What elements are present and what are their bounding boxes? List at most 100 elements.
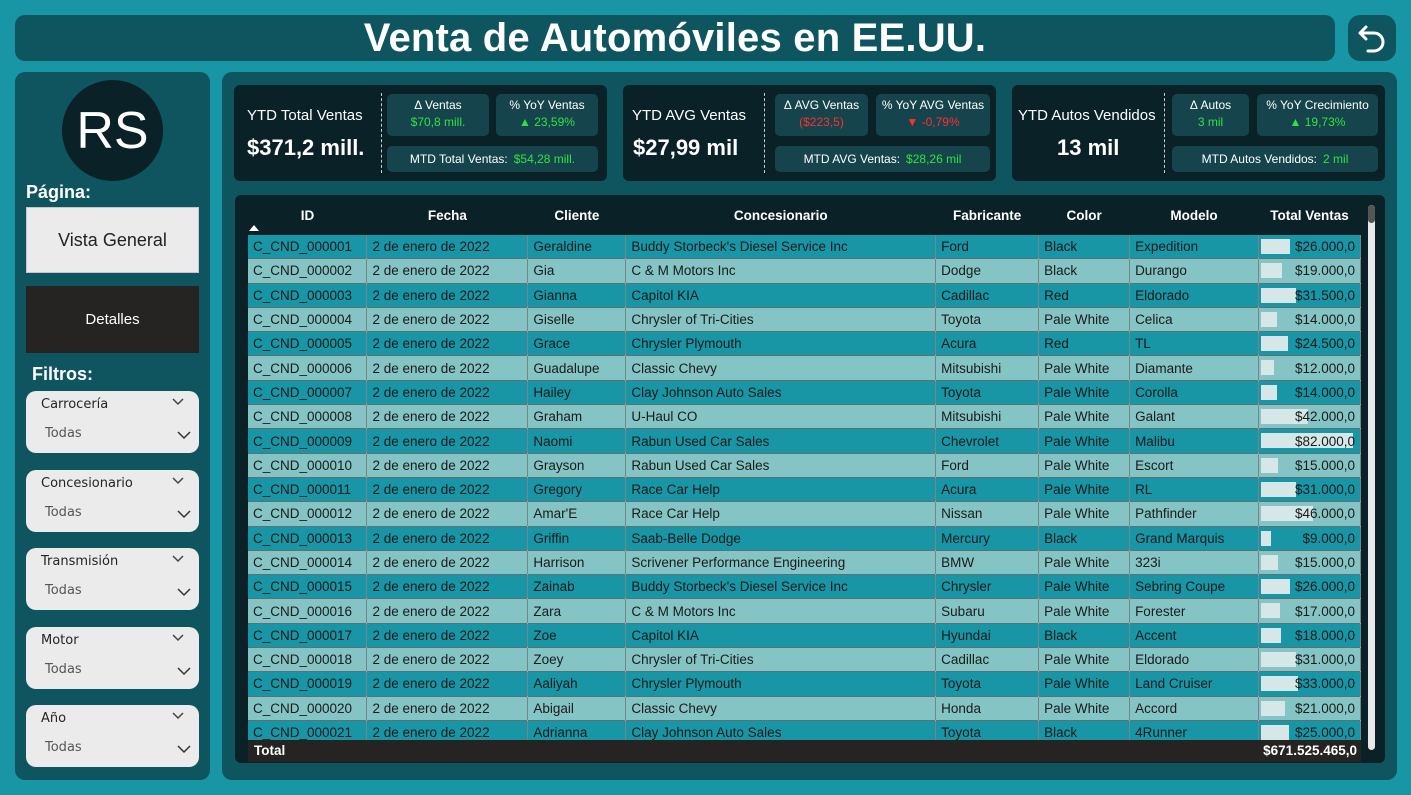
cell-id: C_CND_000014 xyxy=(248,550,368,576)
col-color[interactable]: Color xyxy=(1039,195,1130,235)
table-row[interactable]: C_CND_000010 2 de enero de 2022 Grayson Rab… xyxy=(248,453,1361,478)
cell-color: Pale White xyxy=(1038,477,1131,503)
cell-color: Black xyxy=(1038,526,1131,551)
table-row[interactable]: C_CND_000013 2 de enero de 2022 Griffin Saa… xyxy=(248,526,1361,551)
cell-conc: Buddy Storbeck's Diesel Service Inc xyxy=(625,574,937,600)
table-scrollbar[interactable] xyxy=(1368,205,1375,750)
chevron-down-icon[interactable] xyxy=(176,587,192,597)
back-button[interactable] xyxy=(1348,15,1396,61)
filter-title: Concesionario xyxy=(41,476,133,491)
cell-fab: Mitsubishi xyxy=(935,355,1040,381)
cell-cliente: Griffin xyxy=(527,526,627,551)
filter-transmision[interactable]: Transmisión Todas xyxy=(26,548,199,610)
table-row[interactable]: C_CND_000017 2 de enero de 2022 Zoe Capitol… xyxy=(248,623,1361,649)
filter-concesionario[interactable]: Concesionario Todas xyxy=(26,470,199,532)
chevron-down-icon[interactable] xyxy=(176,744,192,754)
chevron-down-icon[interactable] xyxy=(176,509,192,519)
table-row[interactable]: C_CND_000002 2 de enero de 2022 Gia C & M M… xyxy=(248,258,1361,284)
cell-fecha: 2 de enero de 2022 xyxy=(366,428,529,454)
cell-id: C_CND_000016 xyxy=(248,598,368,624)
chevron-down-icon[interactable] xyxy=(171,711,185,721)
vista-general-button[interactable]: Vista General xyxy=(26,207,199,273)
data-bar xyxy=(1261,676,1298,692)
filter-value[interactable]: Todas xyxy=(45,740,82,755)
chevron-down-icon[interactable] xyxy=(171,397,185,407)
cell-conc: Saab-Belle Dodge xyxy=(625,526,937,551)
detalles-button[interactable]: Detalles xyxy=(26,286,199,353)
kpi-delta-label: Δ Autos xyxy=(1189,98,1232,112)
cell-id: C_CND_000001 xyxy=(248,235,368,260)
kpi-delta-value: ($223,5) xyxy=(799,115,844,129)
table-row[interactable]: C_CND_000008 2 de enero de 2022 Graham U-Ha… xyxy=(248,404,1361,430)
filter-value[interactable]: Todas xyxy=(45,426,82,441)
cell-fecha: 2 de enero de 2022 xyxy=(366,526,529,551)
table-row[interactable]: C_CND_000019 2 de enero de 2022 Aaliyah Chr… xyxy=(248,671,1361,697)
table-row[interactable]: C_CND_000003 2 de enero de 2022 Gianna Capi… xyxy=(248,283,1361,308)
kpi-title: YTD AVG Ventas xyxy=(632,107,746,124)
cell-conc: Scrivener Performance Engineering xyxy=(625,550,937,576)
cell-total: $21.000,0 xyxy=(1258,696,1361,721)
chevron-down-icon[interactable] xyxy=(171,554,185,564)
table-row[interactable]: C_CND_000016 2 de enero de 2022 Zara C & M … xyxy=(248,598,1361,624)
table-row[interactable]: C_CND_000018 2 de enero de 2022 Zoey Chrysl… xyxy=(248,647,1361,673)
chevron-down-icon[interactable] xyxy=(171,476,185,486)
cell-cliente: Gregory xyxy=(527,477,627,503)
table-row[interactable]: C_CND_000001 2 de enero de 2022 Geraldine B… xyxy=(248,235,1361,260)
filter-motor[interactable]: Motor Todas xyxy=(26,627,199,689)
chevron-down-icon[interactable] xyxy=(176,666,192,676)
filter-title: Transmisión xyxy=(41,554,119,569)
filter-carroceria[interactable]: Carrocería Todas xyxy=(26,391,199,453)
chevron-down-icon[interactable] xyxy=(176,430,192,440)
chevron-down-icon[interactable] xyxy=(171,633,185,643)
table-row[interactable]: C_CND_000006 2 de enero de 2022 Guadalupe C… xyxy=(248,355,1361,381)
col-id[interactable]: ID xyxy=(248,195,367,235)
col-fabricante[interactable]: Fabricante xyxy=(936,195,1039,235)
cell-id: C_CND_000002 xyxy=(248,258,368,284)
table-row[interactable]: C_CND_000004 2 de enero de 2022 Giselle Chr… xyxy=(248,307,1361,333)
cell-modelo: Galant xyxy=(1129,404,1259,430)
col-fecha[interactable]: Fecha xyxy=(367,195,528,235)
cell-color: Pale White xyxy=(1038,550,1131,576)
table-row[interactable]: C_CND_000009 2 de enero de 2022 Naomi Rabun… xyxy=(248,428,1361,454)
kpi-yoy-value: ▼ -0,79% xyxy=(906,115,960,129)
cell-cliente: Grace xyxy=(527,331,627,357)
table-row[interactable]: C_CND_000015 2 de enero de 2022 Zainab Budd… xyxy=(248,574,1361,600)
filter-ano[interactable]: Año Todas xyxy=(26,705,199,767)
cell-fab: Cadillac xyxy=(935,647,1040,673)
cell-modelo: RL xyxy=(1129,477,1259,503)
col-total-ventas[interactable]: Total Ventas xyxy=(1259,195,1361,235)
table-row[interactable]: C_CND_000011 2 de enero de 2022 Gregory Rac… xyxy=(248,477,1361,503)
kpi-divider xyxy=(1164,93,1165,173)
cell-modelo: Corolla xyxy=(1129,380,1259,406)
filter-value[interactable]: Todas xyxy=(45,505,82,520)
avatar: RS xyxy=(62,80,163,181)
cell-total: $31.500,0 xyxy=(1258,283,1361,308)
table-row[interactable]: C_CND_000012 2 de enero de 2022 Amar'E Race… xyxy=(248,501,1361,527)
cell-fab: Acura xyxy=(935,331,1040,357)
col-concesionario[interactable]: Concesionario xyxy=(626,195,936,235)
filter-value[interactable]: Todas xyxy=(45,583,82,598)
col-cliente[interactable]: Cliente xyxy=(528,195,626,235)
table-scroll-thumb[interactable] xyxy=(1368,205,1375,223)
cell-conc: Chrysler of Tri-Cities xyxy=(625,307,937,333)
cell-fecha: 2 de enero de 2022 xyxy=(366,696,529,721)
cell-total-value: $26.000,0 xyxy=(1294,239,1355,255)
kpi-mtd-value: $54,28 mill. xyxy=(513,152,576,166)
cell-id: C_CND_000005 xyxy=(248,331,368,357)
cell-modelo: Escort xyxy=(1129,453,1259,478)
table-row[interactable]: C_CND_000020 2 de enero de 2022 Abigail Cla… xyxy=(248,696,1361,721)
cell-id: C_CND_000018 xyxy=(248,647,368,673)
cell-total-value: $15.000,0 xyxy=(1294,555,1355,570)
cell-cliente: Gianna xyxy=(527,283,627,308)
cell-fecha: 2 de enero de 2022 xyxy=(366,235,529,260)
table-row[interactable]: C_CND_000014 2 de enero de 2022 Harrison Sc… xyxy=(248,550,1361,576)
cell-modelo: 323i xyxy=(1129,550,1259,576)
filter-value[interactable]: Todas xyxy=(45,662,82,677)
cell-total-value: $19.000,0 xyxy=(1294,263,1355,279)
cell-total-value: $17.000,0 xyxy=(1294,603,1355,619)
table-row[interactable]: C_CND_000005 2 de enero de 2022 Grace Chrys… xyxy=(248,331,1361,357)
table-row[interactable]: C_CND_000007 2 de enero de 2022 Hailey Clay… xyxy=(248,380,1361,406)
col-modelo[interactable]: Modelo xyxy=(1130,195,1259,235)
cell-cliente: Harrison xyxy=(527,550,627,576)
cell-id: C_CND_000008 xyxy=(248,404,368,430)
